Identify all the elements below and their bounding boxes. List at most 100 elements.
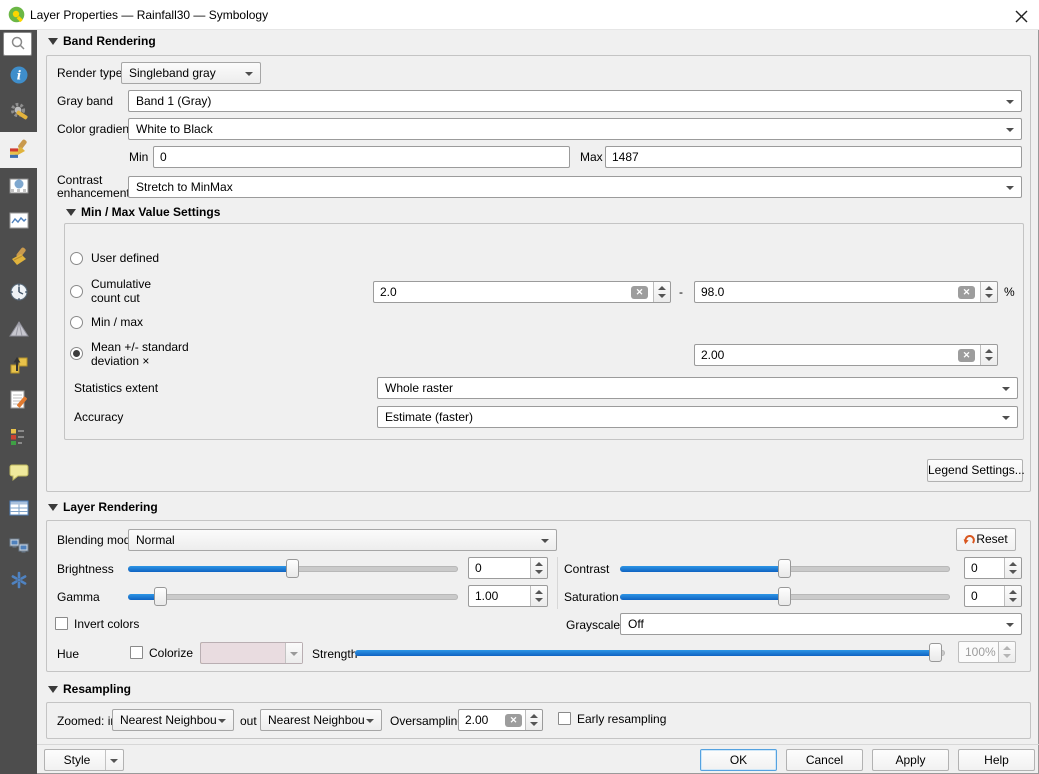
oversampling-spinbox[interactable]: 2.00 ✕	[458, 709, 543, 731]
zoomed-in-label: Zoomed: in	[57, 714, 117, 729]
grayscale-label: Grayscale	[566, 618, 620, 633]
brightness-slider[interactable]	[128, 559, 458, 578]
clear-icon[interactable]: ✕	[958, 286, 975, 299]
contrast-enhancement-select[interactable]: Stretch to MinMax	[128, 176, 1022, 198]
spinner-arrows[interactable]	[998, 642, 1015, 662]
sidebar-item-transparency[interactable]	[0, 169, 37, 205]
render-type-select[interactable]: Singleband gray	[121, 62, 261, 84]
ok-button[interactable]: OK	[700, 749, 777, 771]
colorize-color-swatch[interactable]	[200, 642, 303, 664]
blending-mode-select[interactable]: Normal	[128, 529, 557, 551]
clear-icon[interactable]: ✕	[505, 714, 522, 727]
style-button[interactable]: Style	[44, 749, 124, 771]
apply-button[interactable]: Apply	[872, 749, 949, 771]
zoomed-in-select[interactable]: Nearest Neighbour	[112, 709, 234, 731]
reset-button[interactable]: Reset	[956, 528, 1016, 551]
band-rendering-title: Band Rendering	[63, 34, 156, 48]
chevron-down-icon[interactable]	[105, 750, 123, 770]
contrast-slider[interactable]	[620, 559, 950, 578]
sidebar-item-metadata[interactable]	[0, 383, 37, 419]
sidebar-item-rendering[interactable]	[0, 240, 37, 276]
chevron-down-icon	[245, 72, 253, 76]
collapse-arrow-icon[interactable]	[66, 209, 76, 216]
contrast-enhancement-label: Contrast enhancement	[57, 174, 127, 200]
zoomed-out-select[interactable]: Nearest Neighbour	[260, 709, 382, 731]
chevron-down-icon	[366, 719, 374, 723]
colorize-checkbox[interactable]	[130, 646, 143, 659]
collapse-arrow-icon[interactable]	[48, 686, 58, 693]
spinner-arrows[interactable]	[525, 710, 542, 730]
clear-icon[interactable]: ✕	[958, 349, 975, 362]
sidebar-item-elevation[interactable]	[0, 348, 37, 384]
brightness-label: Brightness	[57, 562, 114, 577]
spinner-arrows[interactable]	[1004, 586, 1021, 606]
max-input[interactable]: 1487	[605, 146, 1022, 168]
cumulative-max-spinbox[interactable]: 98.0 ✕	[694, 281, 998, 303]
gray-band-select[interactable]: Band 1 (Gray)	[128, 90, 1022, 112]
spinner-arrows[interactable]	[653, 282, 670, 302]
cumulative-min-spinbox[interactable]: 2.0 ✕	[373, 281, 671, 303]
min-input[interactable]: 0	[153, 146, 570, 168]
stddev-spinbox[interactable]: 2.00 ✕	[694, 344, 998, 366]
legend-icon	[9, 426, 29, 449]
gamma-spinbox[interactable]: 1.00	[468, 585, 548, 607]
sidebar-item-qgis-server[interactable]	[0, 528, 37, 564]
slider-handle[interactable]	[778, 587, 791, 606]
slider-handle[interactable]	[778, 559, 791, 578]
strength-slider[interactable]	[355, 643, 945, 662]
user-defined-radio[interactable]	[70, 252, 83, 265]
sidebar-item-legend[interactable]	[0, 419, 37, 455]
slider-handle[interactable]	[929, 643, 942, 662]
slider-handle[interactable]	[154, 587, 167, 606]
chevron-down-icon[interactable]	[285, 643, 302, 663]
early-resampling-checkbox[interactable]	[558, 712, 571, 725]
chevron-down-icon	[1002, 416, 1010, 420]
slider-handle[interactable]	[286, 559, 299, 578]
accuracy-label: Accuracy	[74, 410, 123, 425]
cumulative-count-cut-radio[interactable]	[70, 285, 83, 298]
layer-rendering-title: Layer Rendering	[63, 500, 158, 514]
grayscale-select[interactable]: Off	[620, 613, 1022, 635]
pyramid-icon	[9, 319, 29, 342]
collapse-arrow-icon[interactable]	[48, 504, 58, 511]
sidebar-item-histogram[interactable]	[0, 204, 37, 240]
document-pencil-icon	[9, 390, 29, 413]
collapse-arrow-icon[interactable]	[48, 38, 58, 45]
sidebar-item-pyramids[interactable]	[0, 312, 37, 348]
accuracy-select[interactable]: Estimate (faster)	[377, 406, 1018, 428]
saturation-spinbox[interactable]: 0	[964, 585, 1022, 607]
invert-colors-checkbox[interactable]	[55, 617, 68, 630]
sidebar-item-display[interactable]	[0, 455, 37, 491]
sidebar-item-symbology[interactable]	[0, 132, 37, 168]
strength-spinbox[interactable]: 100%	[958, 641, 1016, 663]
gamma-slider[interactable]	[128, 587, 458, 606]
sidebar-item-attributes[interactable]	[0, 491, 37, 527]
color-gradient-select[interactable]: White to Black	[128, 118, 1022, 140]
histogram-icon	[9, 211, 29, 234]
spinner-arrows[interactable]	[980, 282, 997, 302]
sidebar-item-source[interactable]	[0, 95, 37, 131]
clear-icon[interactable]: ✕	[631, 286, 648, 299]
sidebar-item-information[interactable]: i	[0, 58, 37, 94]
chevron-down-icon	[541, 539, 549, 543]
sidebar-search-input[interactable]	[3, 32, 32, 56]
cancel-button[interactable]: Cancel	[786, 749, 863, 771]
help-button[interactable]: Help	[958, 749, 1035, 771]
contrast-spinbox[interactable]: 0	[964, 557, 1022, 579]
saturation-slider[interactable]	[620, 587, 950, 606]
spinner-arrows[interactable]	[530, 586, 547, 606]
legend-settings-button[interactable]: Legend Settings...	[927, 459, 1023, 482]
spinner-arrows[interactable]	[530, 558, 547, 578]
gray-band-label: Gray band	[57, 94, 113, 109]
spinner-arrows[interactable]	[980, 345, 997, 365]
close-icon[interactable]	[1013, 8, 1029, 24]
min-max-radio[interactable]	[70, 316, 83, 329]
statistics-extent-select[interactable]: Whole raster	[377, 377, 1018, 399]
brightness-spinbox[interactable]: 0	[468, 557, 548, 579]
sidebar-item-dependencies[interactable]	[0, 563, 37, 599]
mean-stddev-radio[interactable]	[70, 347, 83, 360]
color-preview	[201, 643, 286, 663]
sidebar-item-temporal[interactable]	[0, 275, 37, 311]
spinner-arrows[interactable]	[1004, 558, 1021, 578]
chevron-down-icon	[1006, 128, 1014, 132]
